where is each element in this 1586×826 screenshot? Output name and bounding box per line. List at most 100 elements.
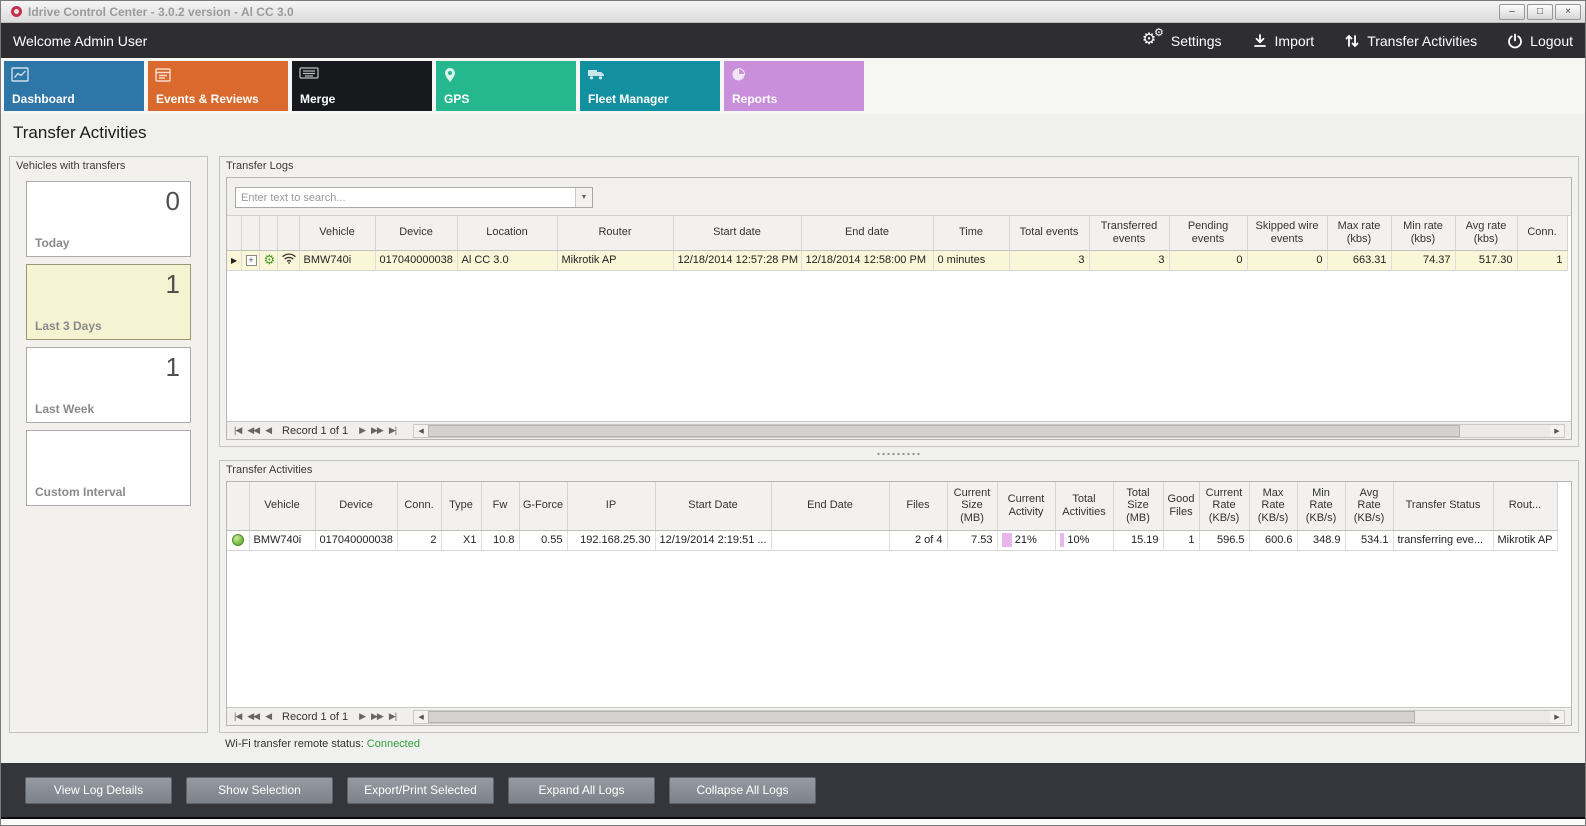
column-header[interactable]: End date bbox=[801, 216, 933, 250]
view-log-details-button[interactable]: View Log Details bbox=[25, 777, 172, 804]
column-header[interactable]: Device bbox=[375, 216, 457, 250]
column-header[interactable]: Time bbox=[933, 216, 1009, 250]
minimize-button[interactable]: – bbox=[1499, 4, 1525, 20]
scroll-right-icon[interactable]: ▶ bbox=[1550, 713, 1564, 721]
column-header[interactable]: Avg rate (kbs) bbox=[1455, 216, 1517, 250]
cell-good-files[interactable]: 1 bbox=[1163, 530, 1199, 550]
cell-end-date[interactable]: 12/18/2014 12:58:00 PM bbox=[801, 250, 933, 270]
pager-prev-button[interactable]: ◀ bbox=[264, 425, 272, 436]
column-header[interactable]: Current Size (MB) bbox=[947, 482, 997, 530]
cell-total-events[interactable]: 3 bbox=[1009, 250, 1089, 270]
column-header[interactable]: End Date bbox=[771, 482, 889, 530]
column-header[interactable]: Start date bbox=[673, 216, 801, 250]
column-header[interactable]: Max Rate (KB/s) bbox=[1249, 482, 1297, 530]
column-header[interactable]: Transfer Status bbox=[1393, 482, 1493, 530]
column-header[interactable]: Good Files bbox=[1163, 482, 1199, 530]
column-header[interactable]: Start Date bbox=[655, 482, 771, 530]
column-header[interactable]: Transferred events bbox=[1089, 216, 1169, 250]
cell-min-rate[interactable]: 348.9 bbox=[1297, 530, 1345, 550]
settings-button[interactable]: ⚙ ⚙ Settings bbox=[1142, 32, 1222, 50]
column-header[interactable]: Total Size (MB) bbox=[1113, 482, 1163, 530]
cell-files[interactable]: 2 of 4 bbox=[889, 530, 947, 550]
pager-prev-button[interactable]: ◀ bbox=[264, 711, 272, 722]
card-custom-interval[interactable]: Custom Interval bbox=[26, 430, 191, 506]
cell-current-rate[interactable]: 596.5 bbox=[1199, 530, 1249, 550]
cell-g-force[interactable]: 0.55 bbox=[519, 530, 567, 550]
expand-cell[interactable]: + bbox=[241, 250, 259, 270]
cell-start-date[interactable]: 12/19/2014 2:19:51 ... bbox=[655, 530, 771, 550]
maximize-button[interactable]: □ bbox=[1527, 4, 1553, 20]
expand-all-logs-button[interactable]: Expand All Logs bbox=[508, 777, 655, 804]
scrollbar-thumb[interactable] bbox=[428, 425, 1460, 437]
transfer-activities-button[interactable]: Transfer Activities bbox=[1344, 33, 1477, 49]
column-header[interactable]: Pending events bbox=[1169, 216, 1247, 250]
column-header[interactable]: Conn. bbox=[1517, 216, 1567, 250]
column-header[interactable]: Vehicle bbox=[299, 216, 375, 250]
cell-pending-events[interactable]: 0 bbox=[1169, 250, 1247, 270]
cell-end-date[interactable] bbox=[771, 530, 889, 550]
import-button[interactable]: Import bbox=[1252, 33, 1315, 49]
column-header[interactable]: Total Activities bbox=[1055, 482, 1113, 530]
close-button[interactable]: × bbox=[1555, 4, 1581, 20]
cell-location[interactable]: Al CC 3.0 bbox=[457, 250, 557, 270]
card-last-3-days[interactable]: 1 Last 3 Days bbox=[26, 264, 191, 340]
pager-last-button[interactable]: ▶| bbox=[388, 425, 397, 436]
cell-skipped-wire-events[interactable]: 0 bbox=[1247, 250, 1327, 270]
panel-splitter[interactable] bbox=[219, 449, 1579, 458]
export-print-selected-button[interactable]: Export/Print Selected bbox=[347, 777, 494, 804]
column-header[interactable]: Total events bbox=[1009, 216, 1089, 250]
cell-avg-rate[interactable]: 517.30 bbox=[1455, 250, 1517, 270]
cell-conn[interactable]: 1 bbox=[1517, 250, 1567, 270]
cell-current-activity[interactable]: 21% bbox=[997, 530, 1055, 550]
column-header[interactable]: Min rate (kbs) bbox=[1391, 216, 1455, 250]
cell-avg-rate[interactable]: 534.1 bbox=[1345, 530, 1393, 550]
pager-next-button[interactable]: ▶ bbox=[358, 425, 366, 436]
cell-router[interactable]: Mikrotik AP bbox=[1493, 530, 1557, 550]
cell-transfer-status[interactable]: transferring eve... bbox=[1393, 530, 1493, 550]
card-last-week[interactable]: 1 Last Week bbox=[26, 347, 191, 423]
column-header[interactable]: G-Force bbox=[519, 482, 567, 530]
column-header[interactable]: Device bbox=[315, 482, 397, 530]
search-input[interactable] bbox=[236, 188, 575, 207]
log-row[interactable]: ▶ + ⚙ BMW740i 017040000038 Al CC 3.0 Mik… bbox=[227, 250, 1567, 270]
column-header[interactable]: Type bbox=[441, 482, 481, 530]
scroll-left-icon[interactable]: ◀ bbox=[414, 427, 428, 435]
cell-device[interactable]: 017040000038 bbox=[315, 530, 397, 550]
tile-reports[interactable]: Reports bbox=[724, 61, 864, 111]
horizontal-scrollbar[interactable]: ◀ ▶ bbox=[413, 424, 1565, 438]
cell-start-date[interactable]: 12/18/2014 12:57:28 PM bbox=[673, 250, 801, 270]
cell-current-size[interactable]: 7.53 bbox=[947, 530, 997, 550]
column-header[interactable]: Rout... bbox=[1493, 482, 1557, 530]
activity-row[interactable]: BMW740i 017040000038 2 X1 10.8 0.55 192.… bbox=[227, 530, 1557, 550]
logout-button[interactable]: Logout bbox=[1507, 33, 1573, 49]
column-header[interactable]: Vehicle bbox=[249, 482, 315, 530]
cell-vehicle[interactable]: BMW740i bbox=[249, 530, 315, 550]
search-dropdown-button[interactable]: ▼ bbox=[575, 188, 592, 207]
column-header[interactable]: Conn. bbox=[397, 482, 441, 530]
pager-prev-page-button[interactable]: ◀◀ bbox=[246, 711, 260, 722]
pager-next-button[interactable]: ▶ bbox=[358, 711, 366, 722]
column-header[interactable]: Skipped wire events bbox=[1247, 216, 1327, 250]
scroll-right-icon[interactable]: ▶ bbox=[1550, 427, 1564, 435]
pager-first-button[interactable]: |◀ bbox=[233, 711, 242, 722]
horizontal-scrollbar[interactable]: ◀ ▶ bbox=[413, 710, 1565, 724]
cell-ip[interactable]: 192.168.25.30 bbox=[567, 530, 655, 550]
cell-transferred-events[interactable]: 3 bbox=[1089, 250, 1169, 270]
expand-icon[interactable]: + bbox=[246, 255, 257, 266]
column-header[interactable]: Location bbox=[457, 216, 557, 250]
collapse-all-logs-button[interactable]: Collapse All Logs bbox=[669, 777, 816, 804]
cell-conn[interactable]: 2 bbox=[397, 530, 441, 550]
column-header[interactable]: Files bbox=[889, 482, 947, 530]
cell-total-activities[interactable]: 10% bbox=[1055, 530, 1113, 550]
tile-merge[interactable]: Merge bbox=[292, 61, 432, 111]
column-header[interactable]: Current Rate (KB/s) bbox=[1199, 482, 1249, 530]
cell-vehicle[interactable]: BMW740i bbox=[299, 250, 375, 270]
cell-type[interactable]: X1 bbox=[441, 530, 481, 550]
scrollbar-thumb[interactable] bbox=[428, 711, 1415, 723]
column-header[interactable]: Min Rate (KB/s) bbox=[1297, 482, 1345, 530]
pager-last-button[interactable]: ▶| bbox=[388, 711, 397, 722]
cell-device[interactable]: 017040000038 bbox=[375, 250, 457, 270]
column-header[interactable]: IP bbox=[567, 482, 655, 530]
cell-router[interactable]: Mikrotik AP bbox=[557, 250, 673, 270]
pager-prev-page-button[interactable]: ◀◀ bbox=[246, 425, 260, 436]
